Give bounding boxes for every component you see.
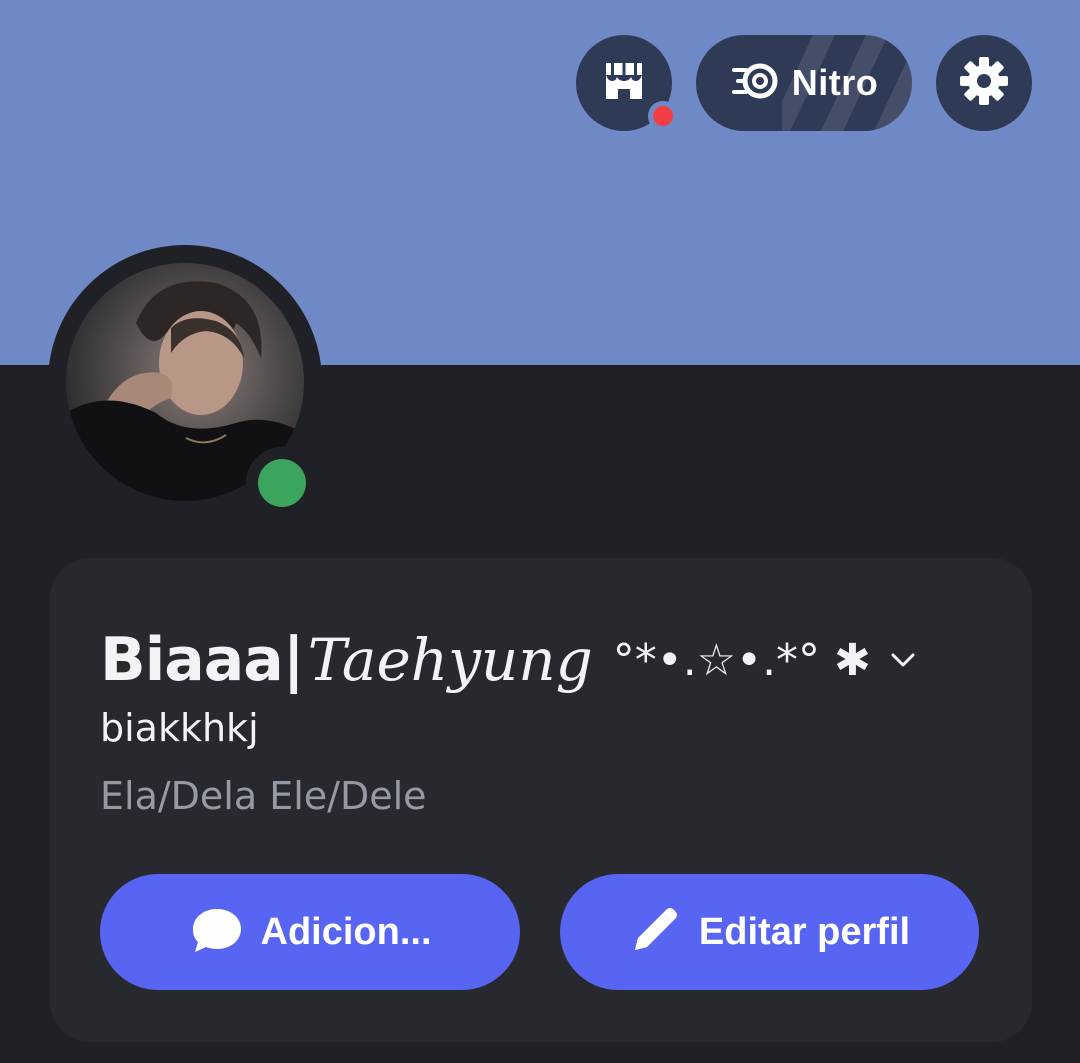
gear-icon xyxy=(958,55,1010,111)
shop-icon xyxy=(600,57,648,109)
display-name-part2: Taehyung xyxy=(307,626,593,694)
nitro-button[interactable]: Nitro xyxy=(696,35,912,131)
shop-button[interactable] xyxy=(576,35,678,131)
add-friend-button[interactable]: Adicion... xyxy=(100,874,520,990)
nitro-label: Nitro xyxy=(791,62,879,103)
display-name-decoration: °*•.☆•.*° ✱ xyxy=(612,634,871,686)
pronouns: Ela/Dela Ele/Dele xyxy=(100,774,427,818)
nitro-icon xyxy=(730,61,780,105)
chevron-down-icon[interactable] xyxy=(889,650,917,670)
chat-bubble-icon xyxy=(189,905,243,959)
pencil-icon xyxy=(629,904,681,960)
username: biakkhkj xyxy=(100,706,259,750)
edit-profile-label: Editar perfil xyxy=(698,910,911,953)
online-status-indicator xyxy=(258,459,306,507)
display-name[interactable]: Biaaa| Taehyung °*•.☆•.*° ✱ xyxy=(100,620,917,700)
add-friend-label: Adicion... xyxy=(260,910,432,953)
edit-profile-button[interactable]: Editar perfil xyxy=(560,874,979,990)
notification-dot xyxy=(648,101,678,131)
display-name-part1: Biaaa| xyxy=(100,625,305,695)
settings-button[interactable] xyxy=(936,35,1032,131)
